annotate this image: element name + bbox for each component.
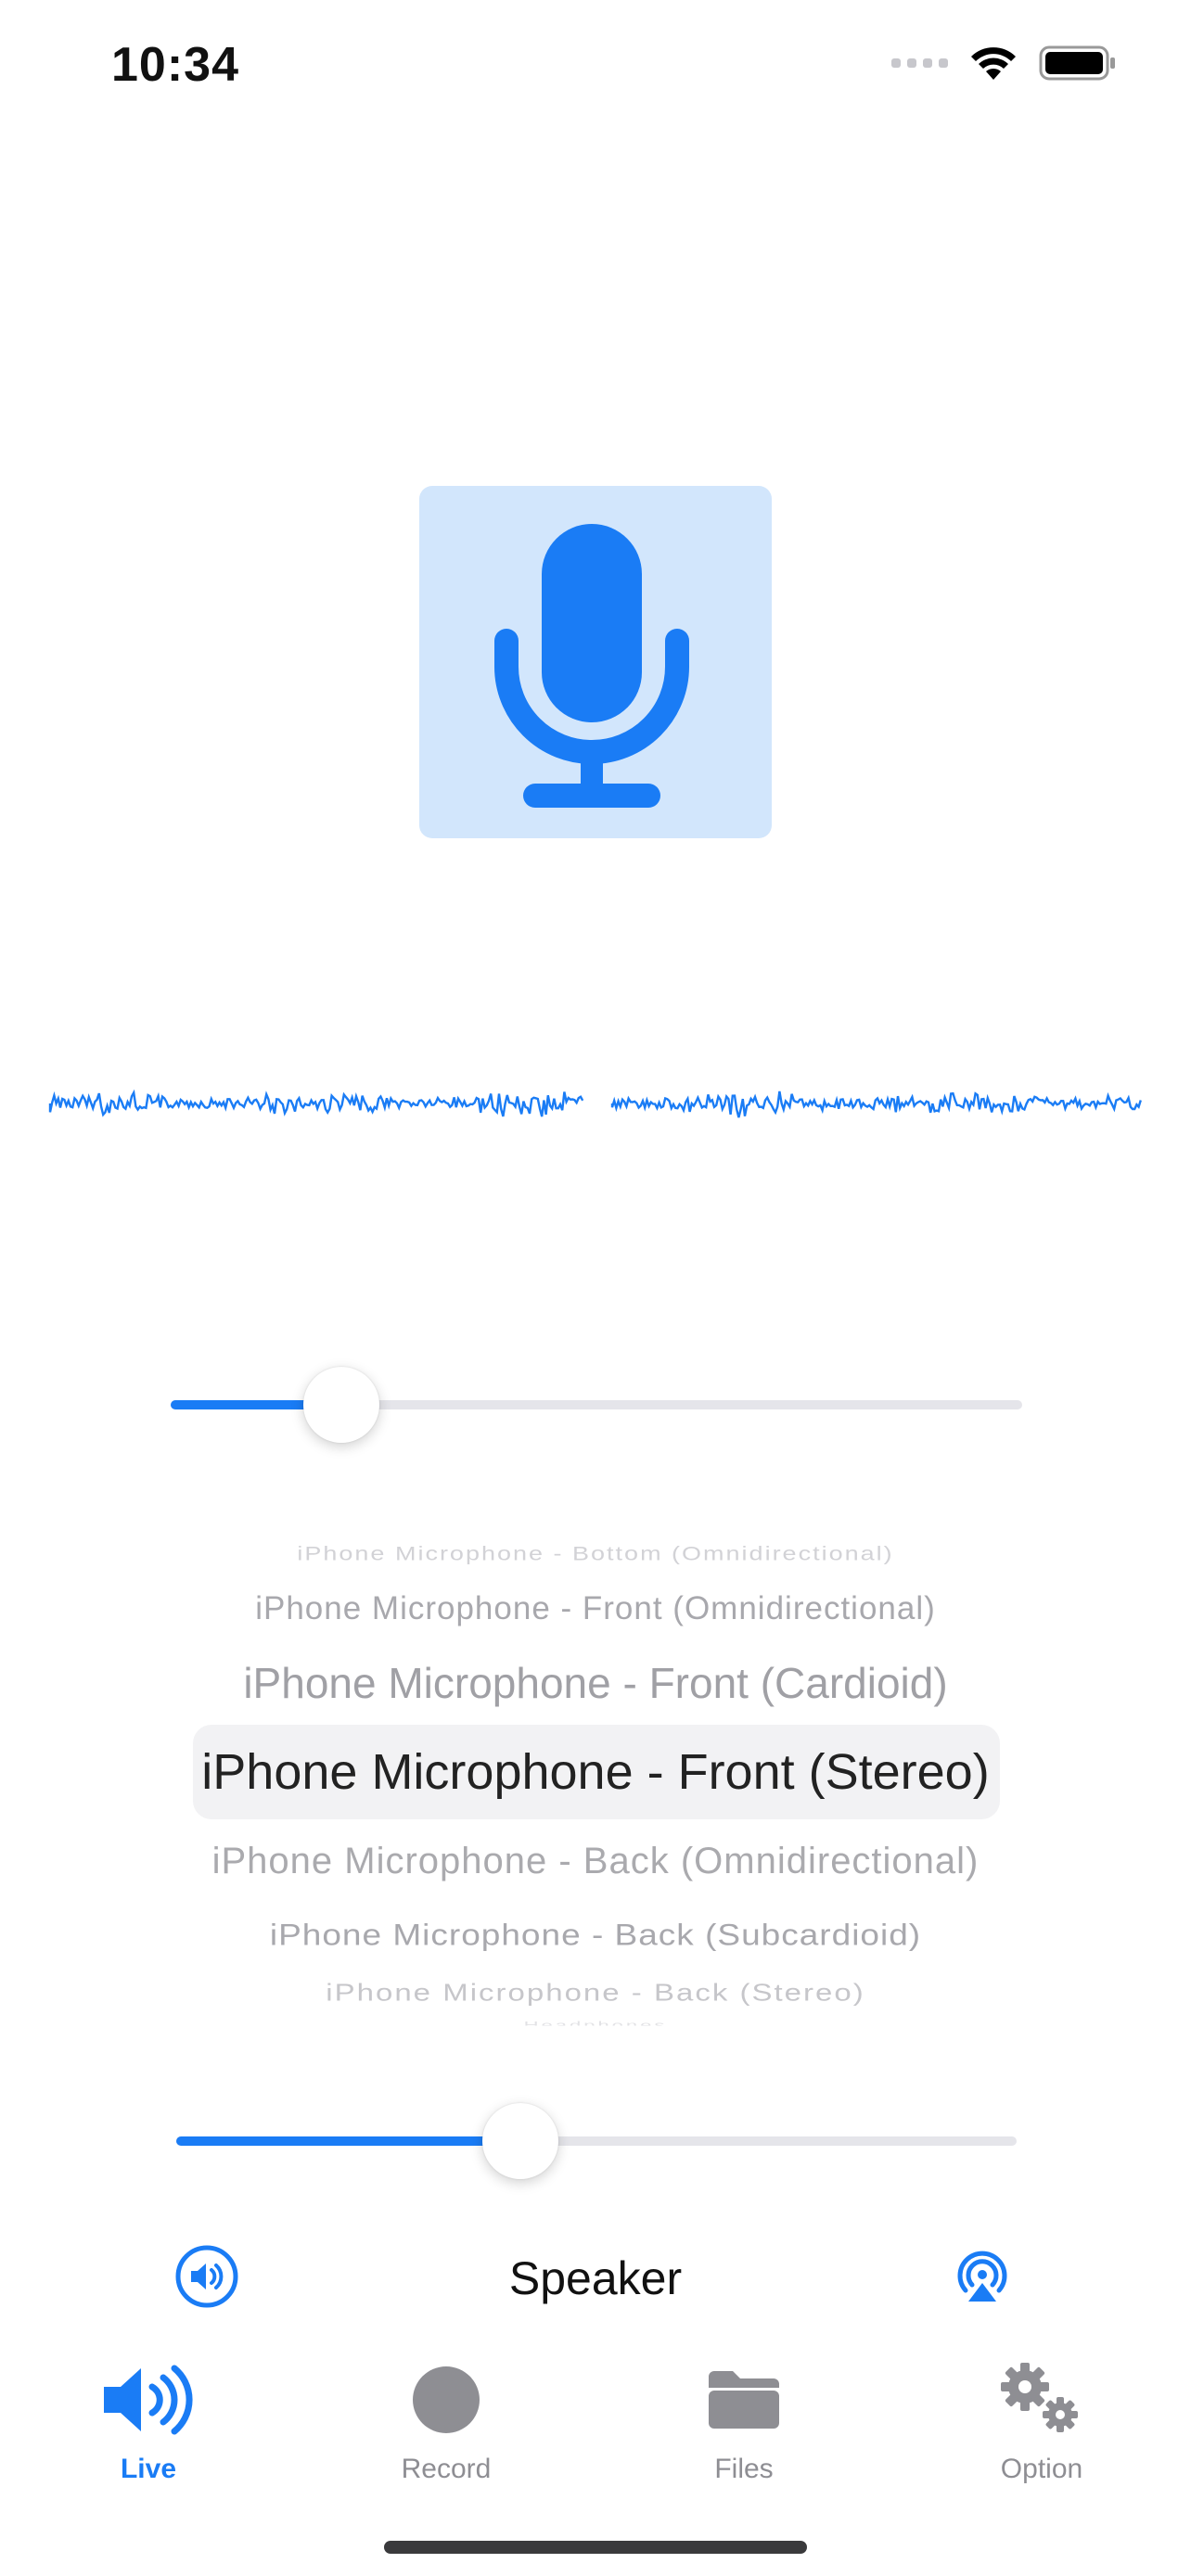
speaker-wave-icon bbox=[104, 2365, 193, 2435]
microphone-button[interactable] bbox=[419, 486, 772, 838]
picker-option[interactable]: iPhone Microphone - Back (Omnidirectiona… bbox=[139, 1841, 1052, 1882]
picker-option[interactable]: iPhone Microphone - Back (Stereo) bbox=[139, 1979, 1052, 2007]
picker-option[interactable]: iPhone Microphone - Front (Omnidirection… bbox=[139, 1590, 1052, 1627]
picker-option[interactable]: Headphones bbox=[139, 2020, 1052, 2026]
record-circle-icon bbox=[413, 2366, 480, 2433]
tab-label: Record bbox=[401, 2454, 492, 2484]
gain-slider[interactable] bbox=[171, 1367, 1022, 1443]
airplay-button[interactable] bbox=[950, 2244, 1015, 2309]
slider-thumb[interactable] bbox=[482, 2103, 559, 2179]
picker-option-selected[interactable]: iPhone Microphone - Front (Stereo) bbox=[139, 1743, 1052, 1801]
slider-fill bbox=[176, 2136, 521, 2146]
status-icons bbox=[891, 45, 1117, 82]
home-indicator bbox=[384, 2541, 807, 2554]
status-time: 10:34 bbox=[111, 38, 239, 92]
microphone-icon bbox=[494, 524, 689, 808]
gears-icon bbox=[1001, 2363, 1078, 2432]
cellular-signal-icon bbox=[891, 58, 948, 68]
wifi-icon bbox=[971, 47, 1016, 80]
volume-slider[interactable] bbox=[176, 2103, 1017, 2179]
tab-label: Option bbox=[1000, 2454, 1083, 2484]
output-row: Speaker bbox=[0, 2235, 1191, 2318]
tab-label: Live bbox=[120, 2454, 177, 2484]
tab-files[interactable]: Files bbox=[633, 2355, 855, 2504]
picker-option[interactable]: iPhone Microphone - Back (Subcardioid) bbox=[139, 1919, 1052, 1953]
battery-icon bbox=[1039, 45, 1115, 81]
picker-option[interactable]: iPhone Microphone - Bottom (Omnidirectio… bbox=[139, 1542, 1052, 1565]
audio-waveform bbox=[48, 1089, 1142, 1118]
tab-option[interactable]: Option bbox=[930, 2355, 1153, 2504]
waveform-right-channel bbox=[610, 1090, 1142, 1118]
waveform-left-channel bbox=[48, 1089, 584, 1117]
picker-option[interactable]: iPhone Microphone - Front (Cardioid) bbox=[139, 1658, 1052, 1708]
airplay-icon bbox=[957, 2251, 1007, 2302]
tab-label: Files bbox=[714, 2454, 774, 2484]
slider-thumb[interactable] bbox=[302, 1367, 379, 1443]
tab-live[interactable]: Live bbox=[37, 2355, 260, 2504]
microphone-picker[interactable]: iPhone Microphone - Bottom (Omnidirectio… bbox=[139, 1511, 1052, 2031]
status-bar: 10:34 bbox=[0, 0, 1191, 130]
tab-record[interactable]: Record bbox=[335, 2355, 557, 2504]
folder-icon bbox=[709, 2371, 779, 2429]
tab-bar: Live Record Files Option bbox=[0, 2355, 1191, 2504]
